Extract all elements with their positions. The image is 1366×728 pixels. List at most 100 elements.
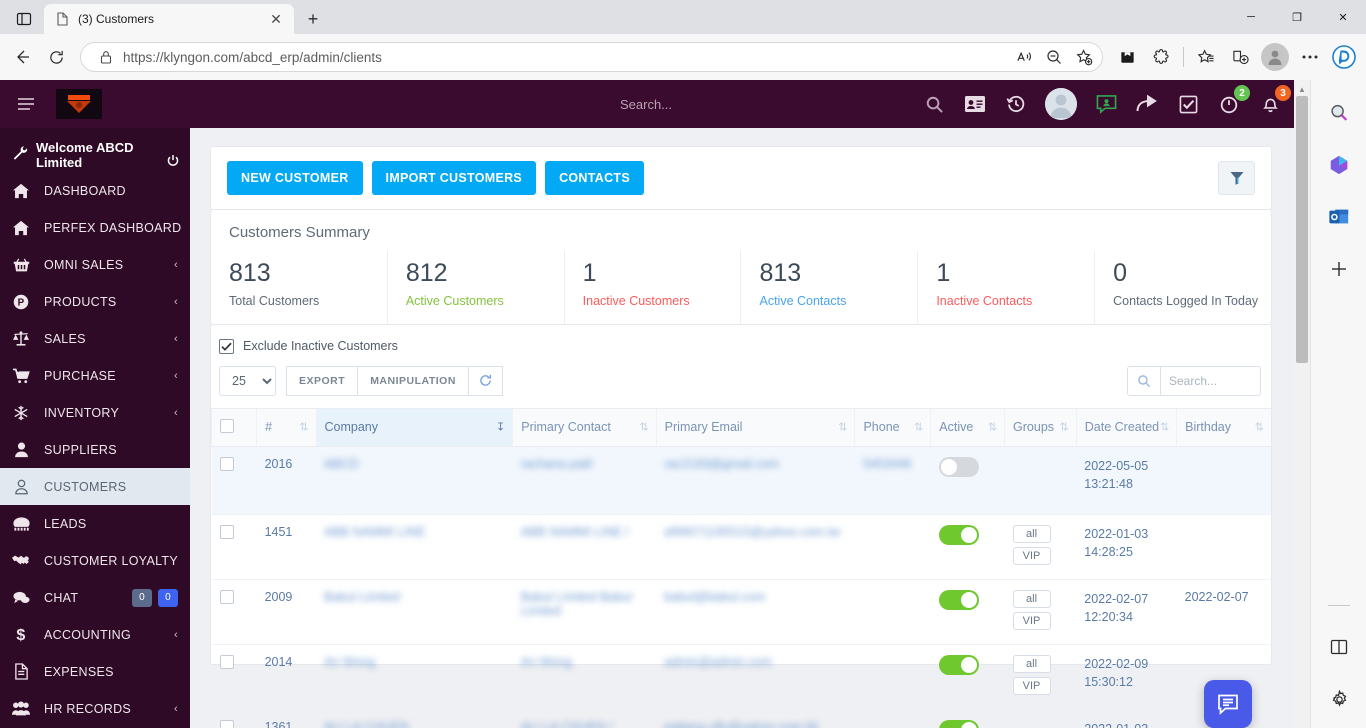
copilot-icon[interactable]	[1328, 41, 1360, 73]
minimize-button[interactable]: ─	[1228, 0, 1274, 34]
sidebar-item-omni-sales[interactable]: OMNI SALES ‹	[0, 246, 190, 283]
sidebar-item-dashboard[interactable]: DASHBOARD	[0, 172, 190, 209]
active-toggle[interactable]	[938, 719, 979, 728]
row-company-cell[interactable]: ABCD	[316, 446, 513, 515]
exclude-inactive-row[interactable]: Exclude Inactive Customers	[211, 337, 1271, 366]
split-screen-icon[interactable]	[1224, 41, 1256, 73]
row-select-cell[interactable]	[211, 446, 257, 515]
row-company-cell[interactable]: An Wong	[316, 644, 513, 710]
active-toggle[interactable]	[938, 654, 979, 675]
sidebar-item-products[interactable]: P PRODUCTS ‹	[0, 283, 190, 320]
column-header-id[interactable]: # ⇅	[256, 407, 316, 447]
microsoft365-icon[interactable]	[1324, 150, 1354, 180]
menu-toggle-icon[interactable]	[6, 97, 46, 111]
page-length-select[interactable]: 2550100	[219, 365, 276, 396]
timer-icon[interactable]: 2	[1217, 85, 1250, 116]
browser-tab[interactable]: (3) Customers ✕	[44, 4, 294, 34]
maximize-button[interactable]: ❐	[1274, 0, 1320, 34]
row-active-cell[interactable]	[930, 644, 1005, 710]
row-checkbox[interactable]	[219, 524, 234, 539]
column-header-select[interactable]	[210, 407, 257, 447]
sort-icon[interactable]: ⇅	[988, 421, 997, 434]
more-options-icon[interactable]	[1294, 41, 1326, 73]
row-select-cell[interactable]	[211, 514, 257, 580]
row-company-cell[interactable]: Babul Limited	[316, 579, 513, 645]
search-input[interactable]	[1161, 365, 1261, 396]
table-row[interactable]: 1361 ALI LA CHUEN ALI LA CHUEN / patlang.uf…	[211, 709, 1271, 728]
new-tab-button[interactable]: +	[298, 4, 328, 34]
add-tool-icon[interactable]	[1324, 254, 1354, 284]
sidebar-item-purchase[interactable]: PURCHASE ‹	[0, 357, 190, 394]
chat-bubble-icon[interactable]	[1094, 92, 1118, 116]
active-toggle[interactable]	[938, 524, 979, 545]
row-checkbox[interactable]	[219, 456, 234, 471]
tab-search-button[interactable]	[4, 4, 44, 34]
row-active-cell[interactable]	[930, 709, 1005, 728]
column-header-company[interactable]: Company ↧	[315, 407, 513, 447]
export-button[interactable]: EXPORT	[286, 365, 359, 396]
row-select-cell[interactable]	[211, 579, 257, 645]
checkbox-tasks-icon[interactable]	[1176, 92, 1200, 116]
sort-desc-icon[interactable]: ↧	[496, 421, 505, 434]
sort-icon[interactable]: ⇅	[838, 421, 847, 434]
manipulation-button[interactable]: MANIPULATION	[358, 365, 469, 396]
read-aloud-icon[interactable]	[1010, 44, 1038, 70]
sidebar-item-customers[interactable]: CUSTOMERS	[0, 468, 190, 505]
extensions-icon[interactable]	[1145, 41, 1177, 73]
bing-search-icon[interactable]	[1324, 98, 1354, 128]
table-row[interactable]: 2016 ABCD rachana patil rac2193@gmail.com 54…	[211, 446, 1271, 515]
outlook-icon[interactable]	[1324, 202, 1354, 232]
table-row[interactable]: 1451 ABB NAMMI LINE ABB NAMMI LINE / af9907…	[211, 514, 1271, 580]
column-header-birthday[interactable]: Birthday ⇅	[1176, 407, 1271, 447]
import-customers-button[interactable]: IMPORT CUSTOMERS	[371, 161, 537, 195]
sort-icon[interactable]: ⇅	[1060, 421, 1069, 434]
gear-icon[interactable]	[1324, 684, 1354, 714]
sidebar-item-accounting[interactable]: $ ACCOUNTING ‹	[0, 616, 190, 653]
row-checkbox[interactable]	[219, 589, 234, 604]
column-header-groups[interactable]: Groups ⇅	[1004, 407, 1077, 447]
contact-card-icon[interactable]	[963, 92, 987, 116]
scrollbar-thumb[interactable]	[1296, 96, 1308, 363]
sidebar-item-customer-loyalty[interactable]: CUSTOMER LOYALTY‹	[0, 542, 190, 579]
search-icon[interactable]	[1127, 365, 1161, 396]
active-toggle[interactable]	[938, 456, 979, 477]
reload-icon[interactable]	[40, 41, 72, 73]
power-icon[interactable]	[166, 154, 180, 173]
close-icon[interactable]: ✕	[266, 9, 286, 29]
column-header-phone[interactable]: Phone ⇅	[854, 407, 931, 447]
contacts-button[interactable]: CONTACTS	[545, 161, 644, 195]
close-window-button[interactable]: ✕	[1320, 0, 1366, 34]
active-toggle[interactable]	[938, 589, 979, 610]
sort-icon[interactable]: ⇅	[299, 421, 308, 434]
split-pane-icon[interactable]	[1324, 632, 1354, 662]
scroll-up-arrow[interactable]: ▲	[1294, 82, 1310, 96]
sidebar-item-hr-records[interactable]: HR RECORDS ‹	[0, 690, 190, 727]
collections-dark-icon[interactable]	[1111, 41, 1143, 73]
refresh-icon[interactable]	[468, 365, 503, 396]
sort-icon[interactable]: ⇅	[914, 421, 923, 434]
address-bar[interactable]: https://klyngon.com/abcd_erp/admin/clien…	[80, 42, 1103, 72]
table-row[interactable]: 2014 An Wong An Wong admin@admin.com all VIP 2…	[211, 644, 1271, 710]
share-arrow-icon[interactable]	[1135, 92, 1159, 116]
row-select-cell[interactable]	[211, 709, 257, 728]
page-scrollbar[interactable]: ▲	[1294, 80, 1310, 728]
row-select-cell[interactable]	[211, 644, 257, 710]
history-icon[interactable]	[1004, 92, 1028, 116]
table-row[interactable]: 2009 Babul Limited Babul Limited Babul Lim…	[211, 579, 1271, 645]
new-customer-button[interactable]: NEW CUSTOMER	[227, 161, 363, 195]
search-icon[interactable]	[922, 92, 946, 116]
profile-avatar[interactable]	[1261, 43, 1289, 71]
sidebar-item-perfex-dashboard[interactable]: PERFEX DASHBOARD‹	[0, 209, 190, 246]
add-favorite-icon[interactable]	[1070, 44, 1098, 70]
row-active-cell[interactable]	[930, 446, 1005, 515]
sidebar-item-expenses[interactable]: EXPENSES	[0, 653, 190, 690]
zoom-out-icon[interactable]	[1040, 44, 1068, 70]
row-checkbox[interactable]	[219, 719, 234, 728]
funnel-icon[interactable]	[1218, 161, 1255, 195]
sort-icon[interactable]: ⇅	[1255, 421, 1264, 434]
sidebar-item-leads[interactable]: LEADS	[0, 505, 190, 542]
row-checkbox[interactable]	[219, 654, 234, 669]
sort-icon[interactable]: ⇅	[639, 421, 648, 434]
user-avatar[interactable]	[1045, 88, 1077, 120]
row-company-cell[interactable]: ALI LA CHUEN	[316, 709, 513, 728]
